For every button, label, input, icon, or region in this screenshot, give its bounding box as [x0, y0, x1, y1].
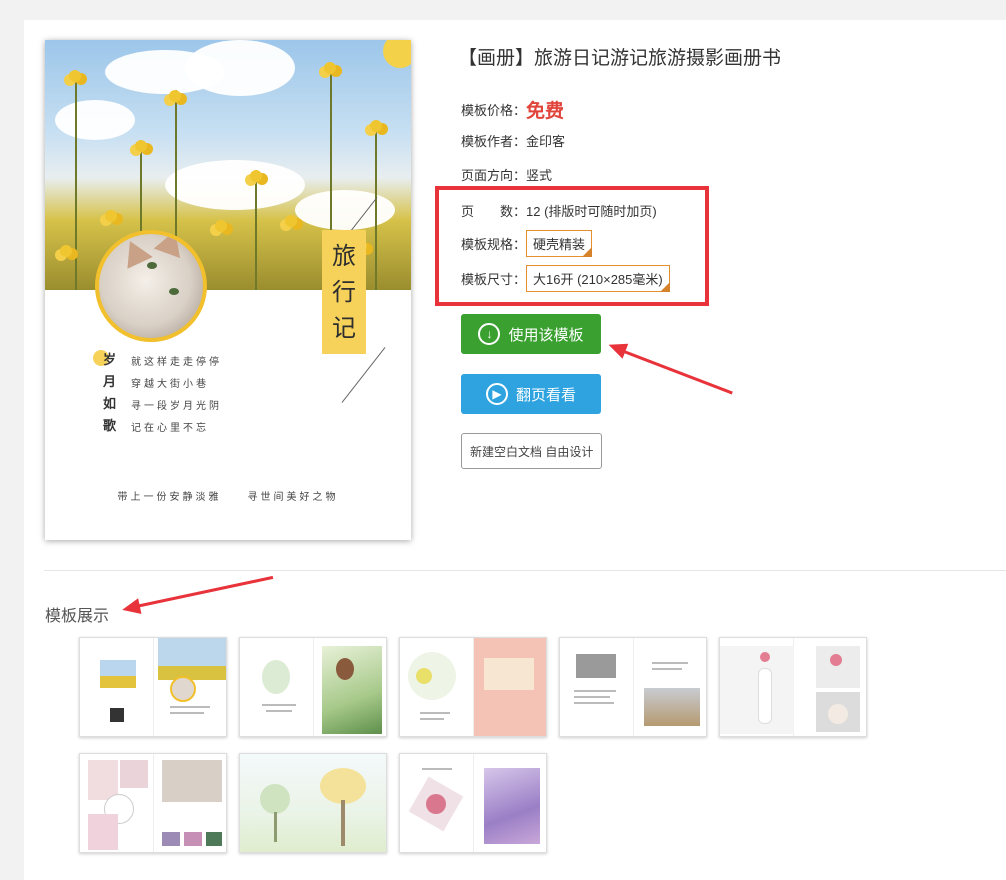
play-circle-icon: ▶ — [485, 383, 508, 405]
price-label: 模板价格： — [461, 103, 527, 118]
template-thumbnail[interactable] — [399, 637, 547, 737]
cover-title-char: 旅 — [332, 242, 356, 270]
spec-label: 模板规格： — [461, 237, 527, 252]
selected-corner-icon — [582, 247, 593, 257]
cover-title: 旅 行 记 — [322, 230, 366, 354]
template-thumbnail[interactable] — [79, 637, 227, 737]
cover-preview[interactable]: 旅 行 记 岁 月 如 歌 就这样走走停停 穿越大街小巷 寻一段岁月光阴 记在心… — [45, 40, 411, 540]
size-select[interactable]: 大16开 (210×285毫米) — [526, 265, 670, 292]
template-thumbnail[interactable] — [79, 753, 227, 853]
orientation-label: 页面方向： — [461, 168, 527, 183]
cover-title-char: 记 — [332, 314, 356, 342]
poem-line: 寻一段岁月光阴 — [131, 401, 222, 412]
arrow-head-icon — [120, 598, 142, 618]
size-row: 模板尺寸： 大16开 (210×285毫米) — [461, 265, 670, 292]
pages-label: 页 数： — [461, 204, 527, 219]
poem-char: 月 — [103, 375, 117, 390]
poem-char: 岁 — [103, 353, 117, 368]
template-thumbnail[interactable] — [719, 637, 867, 737]
author-value: 金印客 — [526, 134, 566, 149]
template-thumbnail[interactable] — [239, 637, 387, 737]
selected-corner-icon — [659, 282, 670, 292]
poem-line: 记在心里不忘 — [131, 423, 209, 434]
pages-value: 12 (排版时可随时加页) — [526, 204, 657, 219]
size-label: 模板尺寸： — [461, 272, 527, 287]
orientation-row: 页面方向： 竖式 — [461, 165, 552, 184]
showcase-title: 模板展示 — [45, 608, 110, 625]
flip-view-label: 翻页看看 — [515, 386, 576, 404]
use-template-button[interactable]: ↓ 使用该模板 — [461, 314, 601, 354]
orientation-value: 竖式 — [526, 168, 553, 183]
price-row: 模板价格： 免费 — [461, 96, 564, 123]
cover-tagline: 带上一份安静淡雅 寻世间美好之物 — [117, 492, 339, 503]
sun-icon — [383, 40, 411, 68]
new-blank-button[interactable]: 新建空白文档 自由设计 — [461, 433, 603, 469]
annotation-arrow — [135, 575, 274, 608]
template-thumbnail[interactable] — [239, 753, 387, 853]
template-thumbnail[interactable] — [559, 637, 707, 737]
spec-row: 模板规格： 硬壳精装 — [461, 230, 593, 257]
spec-value: 硬壳精装 — [533, 237, 586, 252]
download-circle-icon: ↓ — [478, 323, 501, 345]
poem-line: 穿越大街小巷 — [131, 379, 209, 390]
author-row: 模板作者： 金印客 — [461, 131, 565, 150]
section-divider — [44, 570, 1006, 571]
cat-photo — [95, 230, 207, 342]
size-value: 大16开 (210×285毫米) — [533, 272, 663, 287]
arrow-head-icon — [605, 337, 629, 359]
annotation-arrow — [623, 350, 733, 395]
poem-char: 如 — [103, 397, 117, 412]
new-blank-label: 新建空白文档 自由设计 — [470, 444, 594, 459]
poem-char: 歌 — [103, 419, 117, 434]
use-template-label: 使用该模板 — [508, 326, 584, 344]
poem-left: 岁 月 如 歌 — [103, 350, 121, 438]
poem-lines: 就这样走走停停 穿越大街小巷 寻一段岁月光阴 记在心里不忘 — [131, 352, 222, 440]
template-detail-panel: 旅 行 记 岁 月 如 歌 就这样走走停停 穿越大街小巷 寻一段岁月光阴 记在心… — [24, 20, 1006, 880]
flip-view-button[interactable]: ▶ 翻页看看 — [461, 374, 601, 414]
template-thumbnail[interactable] — [399, 753, 547, 853]
poem-line: 就这样走走停停 — [131, 357, 222, 368]
author-label: 模板作者： — [461, 134, 527, 149]
cover-title-char: 行 — [332, 278, 356, 306]
spec-select[interactable]: 硬壳精装 — [526, 230, 593, 257]
product-title: 【画册】旅游日记游记旅游摄影画册书 — [458, 48, 782, 69]
pages-row: 页 数： 12 (排版时可随时加页) — [461, 201, 657, 220]
price-value: 免费 — [526, 101, 565, 122]
